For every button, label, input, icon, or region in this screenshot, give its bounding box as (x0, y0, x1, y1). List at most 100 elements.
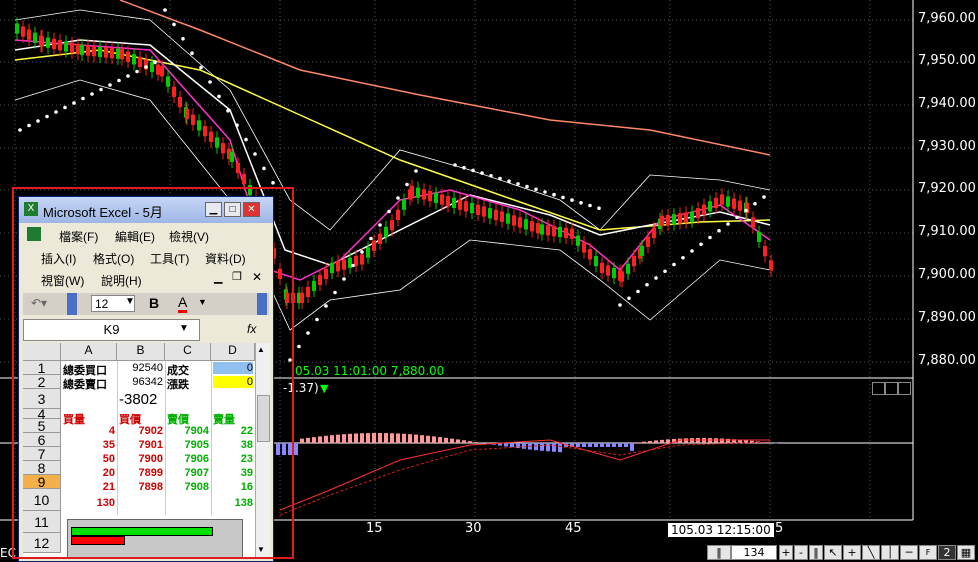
macd-bar (594, 443, 598, 447)
cell-a2[interactable]: 總委賣口 (63, 376, 115, 392)
cell-buy-price[interactable]: 7900 (119, 453, 163, 465)
more-tools-icon[interactable]: ▦ (957, 545, 975, 560)
minimize-window-icon[interactable]: ▁ (205, 202, 222, 217)
format-toolbar: ↶▾ 12 ▼ B A ▼ (23, 293, 269, 315)
number-label[interactable]: 2 (938, 545, 956, 560)
scroll-down-icon[interactable]: ▼ (257, 545, 265, 554)
cell-sell-price[interactable]: 7908 (167, 481, 209, 493)
doc-close-icon[interactable]: ✕ (252, 270, 262, 284)
toolbar-options-icon[interactable] (257, 293, 267, 315)
cell-sell-qty[interactable]: 38 (213, 439, 253, 451)
row-header[interactable]: 1 (23, 361, 61, 375)
cell-buy-price[interactable]: 7901 (119, 439, 163, 451)
restore-panel-icon[interactable] (885, 382, 898, 395)
font-color-dropdown-icon[interactable]: ▼ (198, 297, 207, 307)
cursor-tool-icon[interactable]: ↖ (824, 545, 842, 560)
chevron-down-icon[interactable]: ▼ (125, 296, 135, 307)
select-all-corner[interactable] (23, 343, 61, 361)
column-header[interactable]: B (117, 343, 165, 361)
macd-bar (318, 436, 322, 443)
cell-sell-qty[interactable]: 39 (213, 467, 253, 479)
cell-buy-price[interactable]: 7899 (119, 467, 163, 479)
cell-sell-price[interactable]: 7904 (167, 425, 209, 437)
spreadsheet-grid[interactable]: ABCD123456789101112總委買口92540成交0總委賣口96342… (23, 343, 255, 557)
cell-sell-price[interactable]: 7905 (167, 439, 209, 451)
cell-sell-price[interactable]: 7906 (167, 453, 209, 465)
font-color-button[interactable]: A (178, 294, 187, 313)
cell-b1[interactable]: 92540 (119, 362, 163, 374)
sar-dot (717, 229, 721, 233)
bold-button[interactable]: B (149, 295, 159, 311)
sar-dot (480, 171, 484, 175)
cell-a10[interactable]: 130 (63, 497, 115, 509)
zoom-in-button[interactable]: + (779, 545, 793, 560)
cell-buy-qty[interactable]: 50 (63, 453, 115, 465)
row-header[interactable]: 6 (23, 433, 61, 447)
excel-window[interactable]: X Microsoft Excel - 5月 ▁ □ ✕ 檔案(F) 編輯(E)… (18, 196, 274, 562)
cell-d10[interactable]: 138 (213, 497, 253, 509)
fibonacci-tool-icon[interactable]: F (919, 545, 937, 560)
cell-sell-qty[interactable]: 16 (213, 481, 253, 493)
doc-minimize-icon[interactable]: ▁ (214, 271, 222, 284)
cell-sell-price[interactable]: 7907 (167, 467, 209, 479)
menu-insert[interactable]: 插入(I) (41, 250, 76, 267)
cell-buy-qty[interactable]: 20 (63, 467, 115, 479)
row-header[interactable]: 9 (23, 475, 61, 489)
function-icon[interactable]: fx (247, 322, 256, 336)
maximize-panel-icon[interactable] (898, 382, 911, 395)
cell-buy-qty[interactable]: 4 (63, 425, 115, 437)
menu-data[interactable]: 資料(D) (205, 250, 246, 267)
cell-d2[interactable]: 0 (213, 376, 253, 388)
zoom-value[interactable]: 134 (731, 545, 777, 560)
excel-titlebar[interactable]: X Microsoft Excel - 5月 ▁ □ ✕ (19, 197, 273, 223)
row-header[interactable]: 5 (23, 419, 61, 433)
sar-dot (618, 303, 622, 307)
cell-buy-qty[interactable]: 21 (63, 481, 115, 493)
column-header[interactable]: D (211, 343, 255, 361)
cell-c2[interactable]: 漲跌 (167, 376, 209, 392)
row-header[interactable]: 8 (23, 461, 61, 475)
doc-restore-icon[interactable]: ❐ (232, 270, 242, 283)
close-window-icon[interactable]: ✕ (243, 202, 260, 217)
sar-dot (351, 264, 355, 268)
crosshair-tool-icon[interactable]: + (843, 545, 861, 560)
namebox-dropdown-icon[interactable]: ▼ (179, 323, 189, 334)
menu-help[interactable]: 說明(H) (101, 272, 142, 289)
cell-buy-price[interactable]: 7902 (119, 425, 163, 437)
row-header[interactable]: 12 (23, 533, 61, 553)
vertical-scrollbar[interactable]: ▲ ▼ (255, 343, 270, 557)
row-header[interactable]: 2 (23, 375, 61, 389)
cell-b2[interactable]: 96342 (119, 376, 163, 388)
scroll-handle-icon[interactable]: ‖ (707, 545, 731, 560)
menu-tools[interactable]: 工具(T) (150, 250, 189, 267)
scroll-up-icon[interactable]: ▲ (257, 345, 265, 354)
cell-sell-qty[interactable]: 22 (213, 425, 253, 437)
menu-edit[interactable]: 編輯(E) (115, 228, 155, 245)
row-header[interactable]: 10 (23, 489, 61, 511)
zoom-out-button[interactable]: - (794, 545, 808, 560)
row-header[interactable]: 7 (23, 447, 61, 461)
trendline-tool-icon[interactable]: ╲ (862, 545, 880, 560)
menu-format[interactable]: 格式(O) (93, 250, 134, 267)
cell-d1[interactable]: 0 (213, 362, 253, 374)
undo-icon[interactable]: ↶▾ (31, 296, 47, 310)
pause-icon[interactable]: ‖ (809, 545, 823, 560)
menu-view[interactable]: 檢視(V) (169, 228, 209, 245)
scroll-thumb[interactable] (257, 395, 270, 442)
name-box[interactable]: K9 (23, 319, 200, 341)
menu-file[interactable]: 檔案(F) (59, 228, 98, 245)
sar-dot (516, 182, 520, 186)
column-header[interactable]: A (61, 343, 117, 361)
cell-sell-qty[interactable]: 23 (213, 453, 253, 465)
menu-window[interactable]: 視窗(W) (41, 272, 84, 289)
vertical-line-icon[interactable]: │ (881, 545, 899, 560)
cell-buy-price[interactable]: 7898 (119, 481, 163, 493)
restore-window-icon[interactable]: □ (224, 202, 241, 217)
horizontal-line-icon[interactable]: ─ (900, 545, 918, 560)
cell-b3[interactable]: -3802 (119, 391, 179, 408)
cell-buy-qty[interactable]: 35 (63, 439, 115, 451)
column-header[interactable]: C (165, 343, 211, 361)
toolbar-handle-icon[interactable] (67, 293, 77, 315)
minimize-panel-icon[interactable] (872, 382, 885, 395)
row-header[interactable]: 11 (23, 511, 61, 533)
